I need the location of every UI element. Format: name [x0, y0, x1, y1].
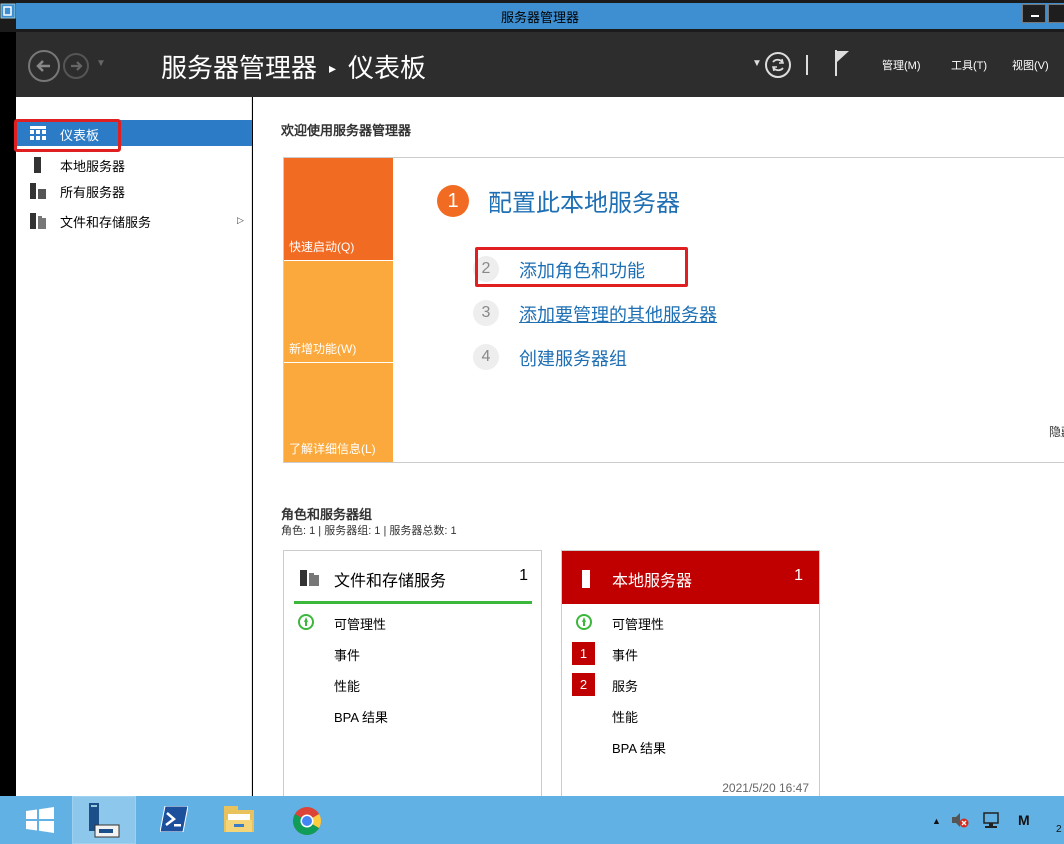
show-hidden-icons-icon[interactable]: ▲	[932, 816, 941, 826]
menu-manage[interactable]: 管理(M)	[882, 57, 921, 73]
arrow-left-icon	[36, 60, 50, 72]
create-server-group-link[interactable]: 创建服务器组	[519, 345, 627, 371]
server-manager-icon	[89, 803, 120, 838]
window-title: 服务器管理器	[500, 10, 579, 25]
row-label: 事件	[612, 648, 639, 663]
back-button[interactable]	[28, 50, 60, 82]
row-label: BPA 结果	[334, 710, 388, 725]
roles-section-title: 角色和服务器组	[281, 507, 373, 522]
step1-number: 1	[437, 185, 469, 217]
row-label: 事件	[334, 648, 361, 663]
menu-view[interactable]: 视图(V)	[1012, 57, 1049, 73]
row-label: 可管理性	[612, 617, 665, 632]
taskbar-server-manager[interactable]	[72, 796, 136, 844]
sidebar: 仪表板 本地服务器 所有服务器 文件和存储服务 ▷	[16, 97, 252, 796]
server-manager-app-icon	[0, 3, 16, 19]
refresh-dropdown-icon[interactable]: ▼	[752, 58, 762, 69]
arrow-right-icon	[71, 61, 83, 71]
taskbar: ▲ M 2	[0, 796, 1064, 844]
network-icon[interactable]	[982, 812, 1000, 830]
card-title: 本地服务器	[612, 573, 693, 590]
status-up-icon	[576, 614, 592, 630]
tile-label: 快速启动(Q)	[289, 240, 355, 254]
sidebar-item-local-server[interactable]: 本地服务器	[16, 151, 252, 177]
breadcrumb-app[interactable]: 服务器管理器	[161, 53, 317, 83]
card-timestamp: 2021/5/20 16:47	[722, 781, 809, 795]
expand-arrow-icon[interactable]: ▷	[237, 215, 244, 226]
windows-start-icon[interactable]	[26, 807, 54, 833]
highlight-box	[475, 247, 688, 287]
breadcrumb: 服务器管理器 ▸ 仪表板	[161, 48, 426, 85]
maximize-button[interactable]	[1048, 4, 1064, 23]
server-icon	[34, 157, 41, 173]
sound-muted-icon[interactable]	[951, 812, 969, 828]
notifications-flag-icon[interactable]	[834, 50, 850, 76]
tile-label: 新增功能(W)	[289, 342, 357, 356]
sidebar-item-label: 本地服务器	[60, 159, 126, 174]
card-count: 1	[794, 567, 803, 584]
row-label: 可管理性	[334, 617, 387, 632]
sidebar-item-all-servers[interactable]: 所有服务器	[16, 177, 252, 203]
configure-local-server-link[interactable]: 配置此本地服务器	[488, 183, 680, 218]
step-number: 4	[473, 344, 499, 370]
quick-start-panel: 快速启动(Q) 新增功能(W) 了解详细信息(L) 1 配置此本地服务器 2 添…	[283, 157, 1064, 463]
menu-tools[interactable]: 工具(T)	[951, 57, 987, 73]
card-count: 1	[519, 567, 528, 584]
add-other-servers-link[interactable]: 添加要管理的其他服务器	[519, 301, 717, 327]
roles-section-summary: 角色: 1 | 服务器组: 1 | 服务器总数: 1	[281, 525, 457, 537]
file-storage-icon	[300, 570, 319, 586]
card-header[interactable]: 文件和存储服务 1	[294, 551, 532, 604]
alert-badge: 2	[572, 673, 595, 696]
sidebar-item-label: 所有服务器	[60, 185, 126, 200]
main-content: 欢迎使用服务器管理器 快速启动(Q) 新增功能(W) 了解详细信息(L) 1 配…	[253, 97, 1064, 810]
alert-badge: 1	[572, 642, 595, 665]
server-icon	[582, 570, 590, 588]
refresh-arrows-icon	[772, 58, 784, 72]
minimize-button[interactable]	[1022, 4, 1046, 23]
servers-icon	[30, 183, 46, 199]
card-title: 文件和存储服务	[334, 573, 447, 590]
role-card-file-storage[interactable]: 文件和存储服务 1 可管理性 事件 性能 BPA 结果	[283, 550, 542, 810]
breadcrumb-separator: ▸	[329, 60, 337, 76]
row-label: BPA 结果	[612, 741, 666, 756]
sidebar-item-label: 文件和存储服务	[60, 215, 152, 230]
title-strip: 服务器管理器	[16, 3, 1064, 29]
powershell-icon[interactable]	[160, 806, 188, 832]
refresh-icon[interactable]	[765, 52, 791, 78]
chrome-icon[interactable]	[292, 806, 322, 836]
row-label: 性能	[612, 710, 639, 725]
app-header: ▼ 服务器管理器 ▸ 仪表板 ▼ 管理(M) 工具(T) 视图(V)	[16, 32, 1064, 97]
hide-link[interactable]: 隐藏	[1049, 423, 1064, 440]
welcome-title: 欢迎使用服务器管理器	[281, 123, 412, 138]
tile-label: 了解详细信息(L)	[289, 442, 376, 456]
file-explorer-icon[interactable]	[222, 806, 256, 834]
breadcrumb-page: 仪表板	[348, 53, 427, 83]
forward-button[interactable]	[63, 53, 89, 79]
role-card-local-server[interactable]: 本地服务器 1 可管理性 1 事件 2 服务 性能 BPA 结果 2021/5/…	[561, 550, 820, 810]
card-header[interactable]: 本地服务器 1	[562, 551, 819, 604]
input-method-indicator[interactable]: M	[1018, 812, 1030, 828]
file-storage-icon	[30, 213, 46, 229]
row-label: 服务	[612, 679, 639, 694]
tile-learn-more[interactable]: 了解详细信息(L)	[284, 362, 393, 462]
history-dropdown-icon[interactable]: ▼	[96, 58, 106, 69]
header-divider	[806, 55, 808, 75]
tile-whats-new[interactable]: 新增功能(W)	[284, 260, 393, 362]
step-number: 3	[473, 300, 499, 326]
tile-quick-start[interactable]: 快速启动(Q)	[284, 158, 393, 260]
sidebar-item-file-storage[interactable]: 文件和存储服务 ▷	[16, 207, 252, 233]
title-bar: 服务器管理器	[0, 0, 1064, 32]
status-up-icon	[298, 614, 314, 630]
clock[interactable]: 2	[1056, 824, 1062, 835]
highlight-box	[14, 119, 121, 152]
row-label: 性能	[334, 679, 361, 694]
